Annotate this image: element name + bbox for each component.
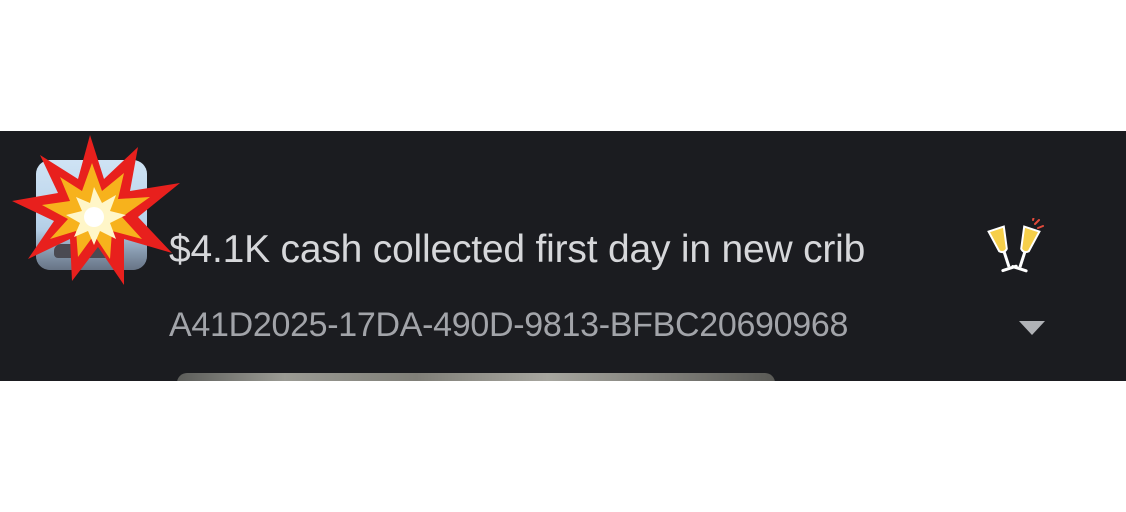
attachment-preview[interactable] — [177, 373, 775, 381]
screenshot-canvas: $4.1K cash collected first day in new cr… — [0, 0, 1126, 512]
chevron-down-icon[interactable] — [1015, 317, 1049, 339]
message-item[interactable]: $4.1K cash collected first day in new cr… — [0, 131, 1126, 381]
message-title: $4.1K cash collected first day in new cr… — [169, 228, 866, 271]
clinking-glasses-icon — [987, 218, 1044, 273]
message-id: A41D2025-17DA-490D-9813-BFBC20690968 — [169, 306, 849, 344]
collision-emoji-icon — [12, 135, 180, 285]
